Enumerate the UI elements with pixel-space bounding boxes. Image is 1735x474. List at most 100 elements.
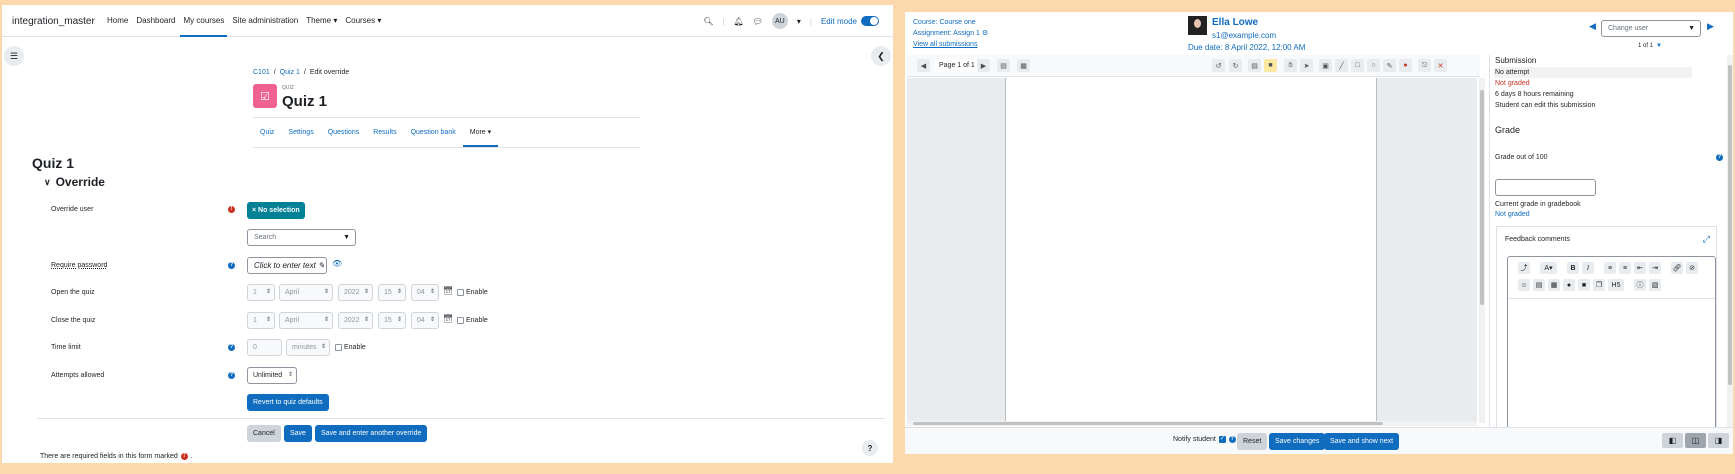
pdf-page[interactable] bbox=[1005, 78, 1377, 423]
collapse-grade-panel-icon[interactable]: ◧ bbox=[1662, 433, 1683, 448]
open-year-select[interactable]: 2022 ⇕ bbox=[338, 284, 373, 301]
breadcrumb-quiz[interactable]: Quiz 1 bbox=[280, 69, 300, 76]
feedback-textarea[interactable] bbox=[1508, 298, 1715, 441]
collapse-review-panel-icon[interactable]: ◨ bbox=[1708, 433, 1729, 448]
breadcrumb-course[interactable]: C101 bbox=[253, 69, 270, 76]
tab-quiz[interactable]: Quiz bbox=[253, 118, 281, 147]
tab-more[interactable]: More ▾ bbox=[462, 118, 499, 147]
tab-question-bank[interactable]: Question bank bbox=[404, 118, 463, 147]
hand-pan-icon[interactable]: ✋︎ bbox=[1284, 59, 1297, 72]
microphone-icon[interactable]: ● bbox=[1563, 279, 1575, 291]
open-enable-checkbox[interactable]: Enable bbox=[457, 289, 488, 296]
numbered-list-icon[interactable]: ≡ bbox=[1619, 262, 1631, 274]
nav-theme[interactable]: Theme ▾ bbox=[303, 5, 340, 37]
open-minute-select[interactable]: 04 ⇕ bbox=[411, 284, 439, 301]
save-button[interactable]: Save bbox=[284, 425, 312, 442]
cancel-button[interactable]: Cancel bbox=[247, 425, 281, 442]
previous-page-icon[interactable]: ◀ bbox=[917, 59, 930, 72]
delete-icon[interactable]: ✕ bbox=[1434, 59, 1447, 72]
block-drawer-button[interactable]: ❮ bbox=[871, 46, 891, 66]
help-icon[interactable]: ? bbox=[228, 372, 235, 379]
current-grade-value[interactable]: Not graded bbox=[1495, 211, 1530, 218]
close-year-select[interactable]: 2022 ⇕ bbox=[338, 312, 373, 329]
grade-panel-scrollbar[interactable] bbox=[1727, 55, 1733, 427]
media-icon[interactable]: ▦ bbox=[1548, 279, 1560, 291]
chevron-down-icon[interactable]: ∨ bbox=[44, 177, 51, 188]
nav-courses[interactable]: Courses ▾ bbox=[342, 5, 384, 37]
stamp-icon[interactable]: ⎋ bbox=[1418, 59, 1431, 72]
expand-comments-icon[interactable]: ▦ bbox=[1017, 59, 1030, 72]
expand-icon[interactable]: ⤢ bbox=[1703, 234, 1710, 245]
undo-icon[interactable]: ⤴ bbox=[1518, 262, 1530, 274]
manage-files-icon[interactable]: ❐ bbox=[1593, 279, 1605, 291]
comment-icon[interactable]: ▤ bbox=[1248, 59, 1261, 72]
search-icon[interactable]: 🔍︎ bbox=[703, 17, 713, 26]
close-hour-select[interactable]: 15 ⇕ bbox=[378, 312, 406, 329]
pen-icon[interactable]: ✎ bbox=[1383, 59, 1396, 72]
grade-input[interactable] bbox=[1495, 179, 1596, 196]
help-question-icon[interactable]: ? bbox=[862, 440, 878, 456]
chat-icon[interactable]: 💬︎ bbox=[753, 17, 763, 26]
next-page-icon[interactable]: ▶ bbox=[977, 59, 990, 72]
h5p-icon[interactable]: H5 bbox=[1608, 279, 1624, 291]
close-day-select[interactable]: 1 ⇕ bbox=[247, 312, 275, 329]
outdent-icon[interactable]: ⇤ bbox=[1634, 262, 1646, 274]
user-name[interactable]: Ella Lowe bbox=[1212, 17, 1258, 28]
bold-icon[interactable]: B bbox=[1567, 262, 1579, 274]
time-limit-input[interactable]: 0 bbox=[247, 339, 282, 356]
comment-color-icon[interactable]: ■ bbox=[1264, 59, 1277, 72]
avatar[interactable]: AU bbox=[771, 13, 788, 29]
toggle-switch-icon[interactable] bbox=[861, 16, 879, 26]
time-limit-enable-checkbox[interactable]: Enable bbox=[335, 344, 366, 351]
rotate-left-icon[interactable]: ↺ bbox=[1212, 59, 1225, 72]
time-unit-select[interactable]: minutes ⇕ bbox=[286, 339, 330, 356]
close-month-select[interactable]: April ⇕ bbox=[279, 312, 333, 329]
revert-to-defaults-button[interactable]: Revert to quiz defaults bbox=[247, 394, 329, 411]
open-month-select[interactable]: April ⇕ bbox=[279, 284, 333, 301]
notify-checkbox[interactable]: ✓ bbox=[1218, 436, 1226, 443]
chevron-down-icon[interactable]: ▾ bbox=[797, 17, 801, 26]
scroll-thumb[interactable] bbox=[1480, 90, 1484, 305]
save-and-another-button[interactable]: Save and enter another override bbox=[315, 425, 428, 442]
nav-my-courses[interactable]: My courses bbox=[180, 5, 228, 37]
no-selection-badge[interactable]: × No selection bbox=[247, 202, 305, 219]
reset-button[interactable]: Reset bbox=[1237, 433, 1268, 450]
link-icon[interactable]: 🔗︎ bbox=[1671, 262, 1683, 274]
bell-icon[interactable]: 🔔︎ bbox=[734, 17, 744, 26]
image-icon[interactable]: ▤ bbox=[1533, 279, 1545, 291]
open-hour-select[interactable]: 15 ⇕ bbox=[378, 284, 406, 301]
assignment-link[interactable]: Assignment: Assign 1 bbox=[913, 30, 980, 37]
calendar-icon[interactable]: 📅︎ bbox=[443, 314, 453, 323]
annotation-color-icon[interactable]: ● bbox=[1399, 59, 1412, 72]
scroll-thumb[interactable] bbox=[913, 422, 1383, 425]
checkbox-box[interactable] bbox=[335, 344, 342, 351]
indent-icon[interactable]: ⇥ bbox=[1649, 262, 1661, 274]
settings-circle-icon[interactable]: ⚙︎ bbox=[982, 30, 988, 37]
line-icon[interactable]: ╱ bbox=[1335, 59, 1348, 72]
bullet-list-icon[interactable]: ≡ bbox=[1604, 262, 1616, 274]
attempts-select[interactable]: Unlimited ⇕ bbox=[247, 367, 297, 384]
filter-icon[interactable]: ▼ bbox=[1656, 43, 1662, 49]
font-style-icon[interactable]: A▾ bbox=[1540, 262, 1557, 274]
video-icon[interactable]: ■ bbox=[1578, 279, 1590, 291]
search-comments-icon[interactable]: ▤ bbox=[997, 59, 1010, 72]
info-icon[interactable]: ⓘ bbox=[1634, 279, 1646, 291]
default-layout-icon[interactable]: ◫ bbox=[1685, 433, 1706, 448]
edit-mode-toggle[interactable]: Edit mode bbox=[821, 16, 879, 26]
override-section-header[interactable]: ∨ Override bbox=[44, 175, 105, 189]
save-changes-button[interactable]: Save changes bbox=[1269, 433, 1326, 450]
checkbox-box[interactable] bbox=[457, 317, 464, 324]
user-email[interactable]: s1@example.com bbox=[1212, 31, 1276, 40]
pdf-viewer[interactable] bbox=[907, 78, 1477, 423]
help-icon[interactable]: ? bbox=[1228, 436, 1236, 443]
stamp-comment-icon[interactable]: ▣ bbox=[1319, 59, 1332, 72]
eye-icon[interactable]: 👁︎ bbox=[332, 259, 342, 268]
pdf-vertical-scrollbar[interactable] bbox=[1479, 78, 1485, 423]
nav-dashboard[interactable]: Dashboard bbox=[133, 5, 178, 37]
help-icon[interactable]: ? bbox=[228, 262, 235, 269]
tab-results[interactable]: Results bbox=[366, 118, 403, 147]
tab-questions[interactable]: Questions bbox=[321, 118, 367, 147]
view-all-submissions-link[interactable]: View all submissions bbox=[913, 39, 988, 50]
previous-user-icon[interactable]: ◀ bbox=[1589, 21, 1596, 32]
rectangle-icon[interactable]: □ bbox=[1351, 59, 1364, 72]
